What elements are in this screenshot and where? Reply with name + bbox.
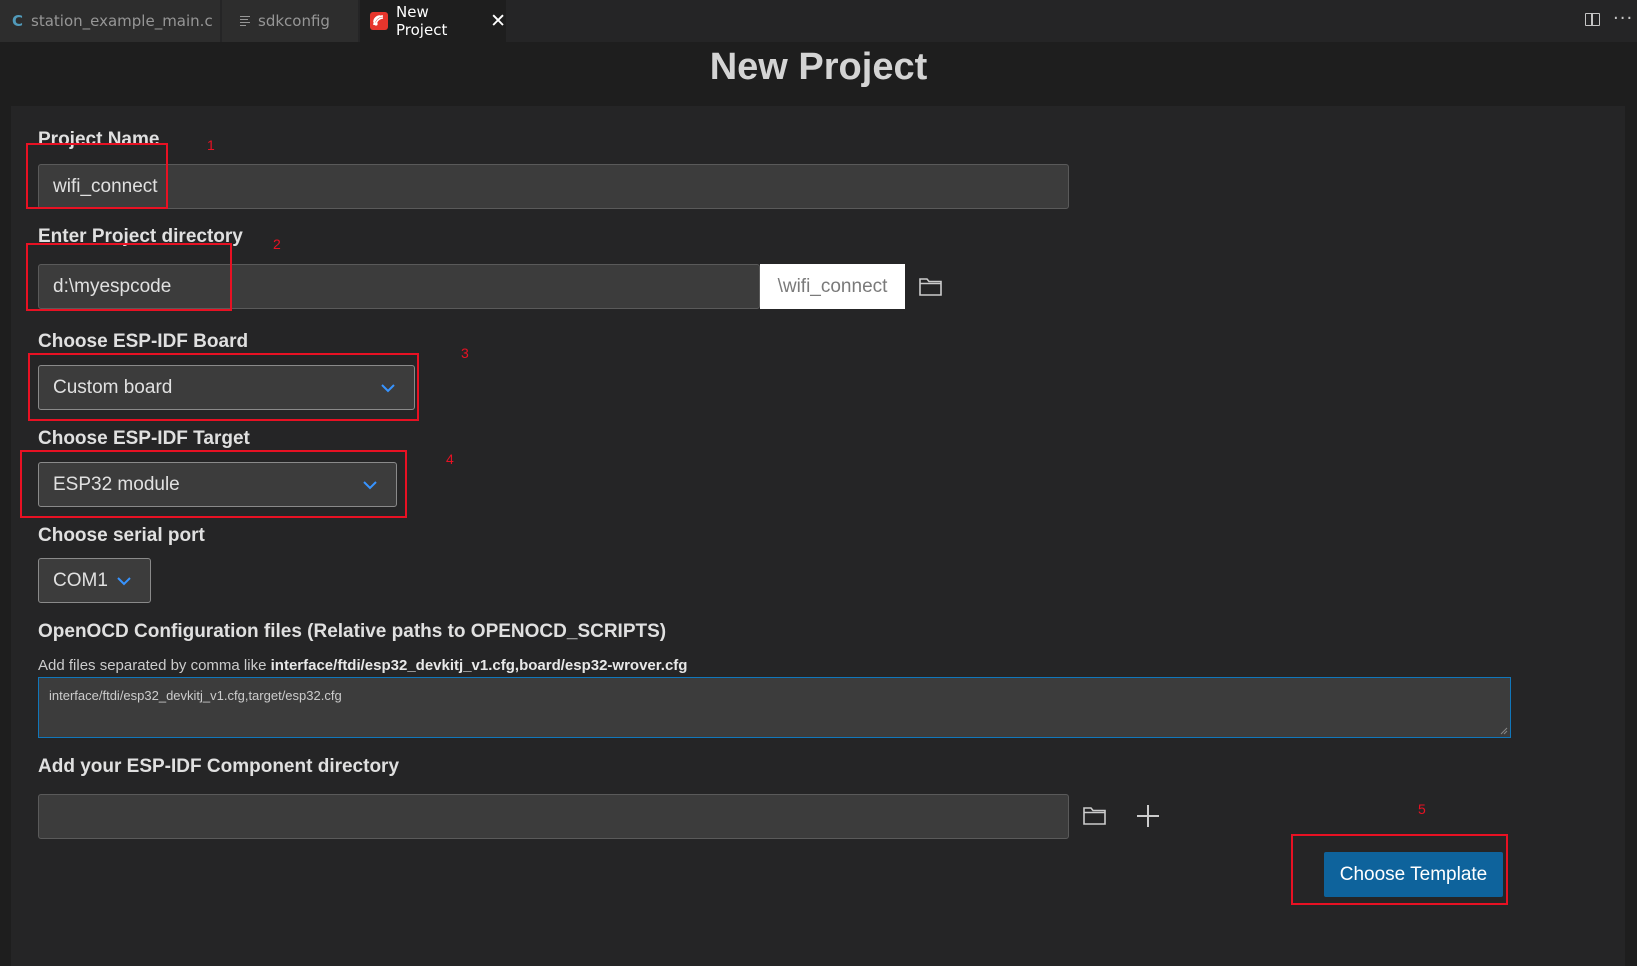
more-actions-icon[interactable]: ··· <box>1613 8 1633 29</box>
serial-port-label: Choose serial port <box>38 525 205 546</box>
serial-port-selected-value: COM1 <box>53 569 108 591</box>
annotation-number-4: 4 <box>446 451 454 467</box>
component-directory-input[interactable] <box>38 794 1069 839</box>
project-directory-suffix: \wifi_connect <box>760 264 905 309</box>
editor-tab-bar: C station_example_main.c sdkconfig New P… <box>0 0 1637 42</box>
annotation-box-5 <box>1291 834 1508 905</box>
openocd-hint-prefix: Add files separated by comma like <box>38 657 271 674</box>
serial-port-select[interactable]: COM1 <box>38 558 151 603</box>
chevron-down-icon <box>117 576 131 585</box>
espressif-icon <box>370 12 388 30</box>
openocd-hint: Add files separated by comma like interf… <box>38 657 687 674</box>
annotation-number-1: 1 <box>207 137 215 153</box>
add-component-icon[interactable] <box>1136 804 1160 828</box>
tab-station-example-main[interactable]: C station_example_main.c <box>0 0 220 42</box>
annotation-number-2: 2 <box>273 236 281 252</box>
resize-handle-icon[interactable] <box>1500 727 1508 735</box>
tab-label: sdkconfig <box>258 12 330 30</box>
openocd-config-value: interface/ftdi/esp32_devkitj_v1.cfg,targ… <box>49 688 342 703</box>
openocd-config-textarea[interactable]: interface/ftdi/esp32_devkitj_v1.cfg,targ… <box>38 677 1511 738</box>
annotation-number-3: 3 <box>461 345 469 361</box>
split-editor-icon[interactable] <box>1585 13 1600 26</box>
page-title: New Project <box>709 46 928 88</box>
annotation-box-3 <box>28 353 419 421</box>
openocd-hint-example: interface/ftdi/esp32_devkitj_v1.cfg,boar… <box>270 657 688 674</box>
target-label: Choose ESP-IDF Target <box>38 428 250 449</box>
tab-sdkconfig[interactable]: sdkconfig <box>222 0 358 42</box>
tab-label: station_example_main.c <box>31 12 213 30</box>
board-label: Choose ESP-IDF Board <box>38 331 249 352</box>
close-tab-icon[interactable]: ✕ <box>490 11 506 31</box>
tab-new-project[interactable]: New Project ✕ <box>360 0 506 42</box>
annotation-box-2 <box>26 243 232 311</box>
annotation-box-4 <box>20 450 407 518</box>
annotation-number-5: 5 <box>1418 801 1426 817</box>
openocd-label: OpenOCD Configuration files (Relative pa… <box>38 621 667 642</box>
c-file-icon: C <box>12 12 24 30</box>
tab-label: New Project <box>396 3 448 39</box>
component-directory-label: Add your ESP-IDF Component directory <box>38 756 400 777</box>
browse-folder-icon[interactable] <box>1082 805 1108 827</box>
browse-folder-icon[interactable] <box>918 276 944 298</box>
config-file-icon <box>240 15 250 27</box>
annotation-box-1 <box>26 143 168 209</box>
project-name-input[interactable]: wifi_connect <box>38 164 1069 209</box>
